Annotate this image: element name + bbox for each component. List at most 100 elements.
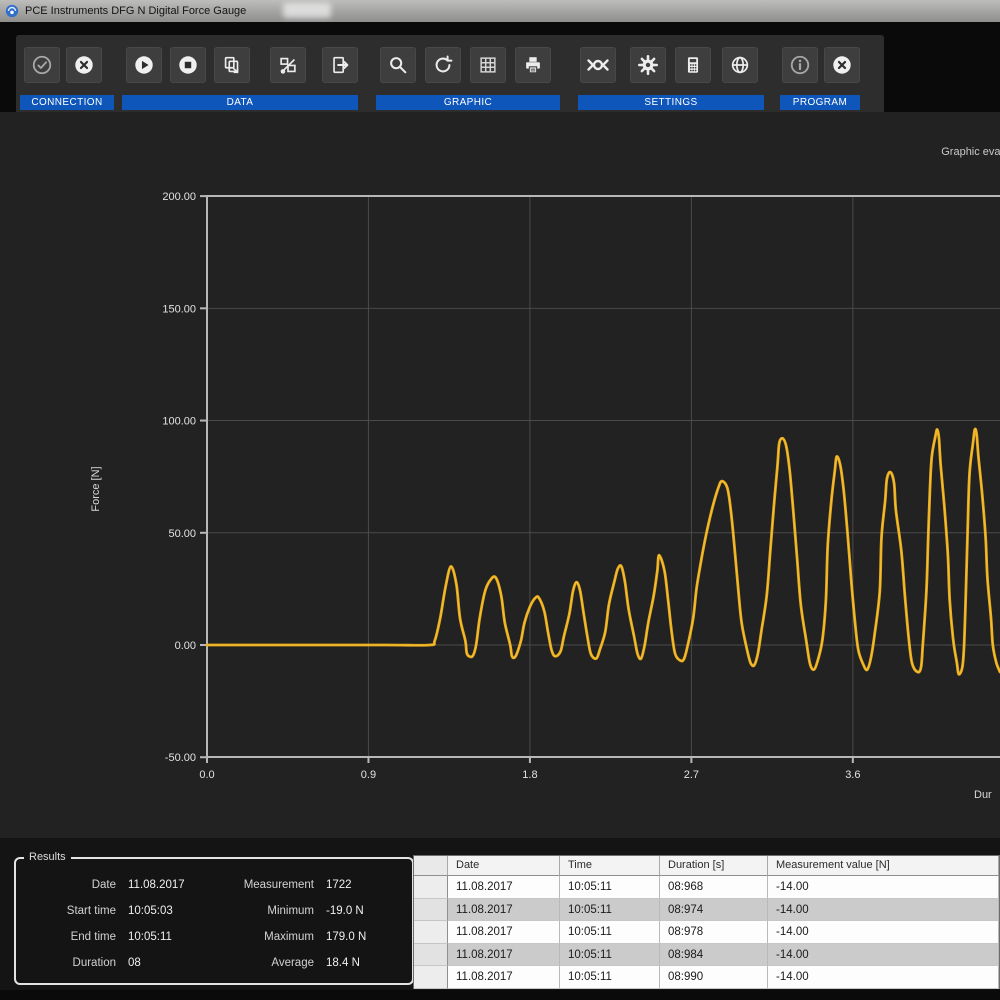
table-row[interactable]: 11.08.2017 10:05:11 08:974 -14.00 — [414, 898, 999, 922]
application-window: PCE Instruments DFG N Digital Force Gaug… — [0, 0, 1000, 1000]
table-cell: 08:978 — [660, 921, 768, 944]
export-data-button[interactable] — [322, 47, 358, 83]
load-device-icon — [280, 57, 296, 74]
disconnect-button[interactable] — [66, 47, 102, 83]
exit-program-button[interactable] — [824, 47, 860, 83]
table-cell: -14.00 — [768, 943, 999, 967]
grid-icon — [480, 57, 496, 73]
toolbar-group-settings: SETTINGS — [578, 43, 764, 110]
print-graph-button[interactable] — [515, 47, 551, 83]
x-tick-label: 1.8 — [522, 769, 537, 781]
result-starttime-label: Start time — [66, 905, 116, 917]
column-header-value[interactable]: Measurement value [N] — [768, 856, 999, 876]
y-tick-label: 0.00 — [175, 640, 196, 652]
result-date-label: Date — [91, 879, 116, 891]
table-cell: 10:05:11 — [560, 921, 660, 944]
language-button[interactable] — [722, 47, 758, 83]
column-header-duration[interactable]: Duration [s] — [660, 856, 768, 876]
info-button[interactable] — [782, 47, 818, 83]
table-cell: -14.00 — [768, 966, 999, 989]
table-cell: 11.08.2017 — [448, 966, 560, 989]
table-row[interactable]: 11.08.2017 10:05:11 08:968 -14.00 — [414, 876, 999, 899]
chart-canvas[interactable]: 200.00 150.00 100.00 50.00 0.00 -50.000.0 0.9 1… — [0, 112, 1000, 838]
table-row[interactable]: 11.08.2017 10:05:11 08:978 -14.00 — [414, 921, 999, 944]
result-measurement-value: 1722 — [326, 879, 352, 891]
y-axis-label: Force [N] — [90, 466, 102, 511]
table-cell: -14.00 — [768, 876, 999, 899]
toolbar-group-connection: CONNECTION — [20, 43, 114, 110]
table-row[interactable]: 11.08.2017 10:05:11 08:984 -14.00 — [414, 943, 999, 967]
start-measurement-button[interactable] — [126, 47, 162, 83]
info-icon — [790, 55, 810, 75]
table-row[interactable]: 11.08.2017 10:05:11 08:990 -14.00 — [414, 966, 999, 989]
connect-check-icon — [32, 55, 52, 75]
result-measurement-label: Measurement — [243, 879, 314, 891]
language-icon — [731, 56, 749, 74]
stop-measurement-button[interactable] — [170, 47, 206, 83]
zoom-icon — [390, 57, 407, 74]
copy-data-icon — [224, 56, 239, 74]
exit-icon — [833, 56, 851, 74]
tare-button[interactable] — [580, 47, 616, 83]
toolbar-label-program: PROGRAM — [780, 95, 860, 110]
top-divider — [0, 22, 1000, 35]
row-selector[interactable] — [414, 943, 448, 967]
calculator-icon — [687, 57, 699, 73]
result-average-value: 18.4 N — [326, 957, 360, 969]
refresh-graph-button[interactable] — [425, 47, 461, 83]
load-device-data-button[interactable] — [270, 47, 306, 83]
export-icon — [333, 56, 349, 74]
row-selector[interactable] — [414, 876, 448, 899]
table-cell: 08:990 — [660, 966, 768, 989]
column-header-time[interactable]: Time — [560, 856, 660, 876]
connect-button[interactable] — [24, 47, 60, 83]
toolbar-label-settings: SETTINGS — [578, 95, 764, 110]
copy-data-button[interactable] — [214, 47, 250, 83]
results-legend: Results — [24, 851, 71, 863]
settings-button[interactable] — [630, 47, 666, 83]
start-icon — [135, 56, 153, 74]
table-cell: 11.08.2017 — [448, 921, 560, 944]
table-header: Date Time Duration [s] Measurement value… — [414, 856, 999, 876]
disconnect-icon — [75, 56, 93, 74]
table-cell: 08:984 — [660, 943, 768, 967]
column-header-date[interactable]: Date — [448, 856, 560, 876]
result-endtime-value: 10:05:11 — [128, 931, 172, 943]
toolbar: CONNECTION DATA GRAPHIC SETTINGS PROGRAM — [16, 35, 884, 112]
results-panel: Results Date 11.08.2017 Measurement 1722… — [14, 851, 414, 985]
toolbar-label-connection: CONNECTION — [20, 95, 114, 110]
result-maximum-label: Maximum — [264, 931, 314, 943]
y-tick-label: 50.00 — [168, 528, 196, 540]
table-cell: 10:05:11 — [560, 966, 660, 989]
toolbar-label-data: DATA — [122, 95, 358, 110]
calculator-button[interactable] — [675, 47, 711, 83]
table-cell: -14.00 — [768, 921, 999, 944]
result-maximum-value: 179.0 N — [326, 931, 367, 943]
y-tick-label: -50.00 — [165, 752, 196, 764]
x-tick-label: 3.6 — [845, 769, 860, 781]
bottom-edge — [0, 990, 1000, 1000]
toolbar-group-graphic: GRAPHIC — [376, 43, 560, 110]
result-minimum-label: Minimum — [267, 905, 314, 917]
table-cell: 10:05:11 — [560, 898, 660, 922]
result-average-label: Average — [271, 957, 314, 969]
x-tick-label: 0.9 — [361, 769, 376, 781]
toolbar-group-program: PROGRAM — [780, 43, 860, 110]
x-axis-label: Dur — [974, 789, 992, 801]
result-duration-label: Duration — [72, 957, 116, 969]
row-selector[interactable] — [414, 966, 448, 989]
zoom-graph-button[interactable] — [380, 47, 416, 83]
result-starttime-value: 10:05:03 — [128, 905, 173, 917]
data-table-body: 11.08.2017 10:05:11 08:968 -14.00 11.08.2017… — [414, 876, 999, 989]
table-cell: -14.00 — [768, 898, 999, 922]
row-selector[interactable] — [414, 898, 448, 922]
y-tick-label: 100.00 — [162, 416, 196, 428]
table-cell: 11.08.2017 — [448, 943, 560, 967]
window-title: PCE Instruments DFG N Digital Force Gaug… — [25, 5, 247, 17]
gear-icon — [638, 55, 658, 75]
row-selector[interactable] — [414, 921, 448, 944]
y-tick-label: 200.00 — [162, 191, 196, 203]
titlebar[interactable]: PCE Instruments DFG N Digital Force Gaug… — [0, 0, 1000, 22]
data-table: Date Time Duration [s] Measurement value… — [413, 855, 1000, 989]
grid-toggle-button[interactable] — [470, 47, 506, 83]
